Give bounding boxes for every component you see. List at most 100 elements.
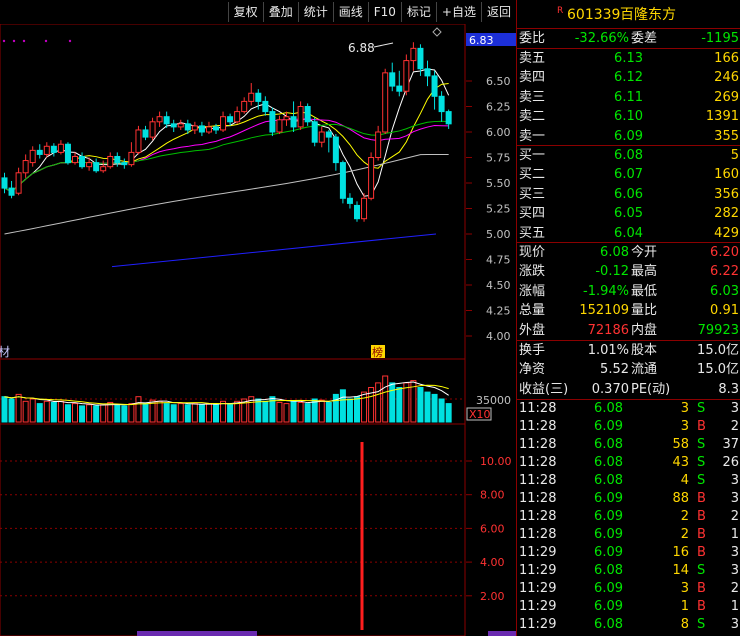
- volume-ma-lines: [4, 381, 449, 406]
- tick-row[interactable]: 11:29 6.09 3 B 2: [517, 580, 740, 598]
- mark-button[interactable]: 标记: [400, 2, 436, 22]
- price-tick-label: 6.25: [486, 101, 511, 114]
- quote-row: 涨幅 -1.94% 最低 6.03: [517, 282, 740, 301]
- kline-chart[interactable]: 6.50 6.25 6.00 5.75 5.50 5.25 5.00 4.75 4.50 4.25…: [0, 24, 516, 636]
- ma5-line: [4, 68, 450, 197]
- tick-side: B: [697, 581, 706, 596]
- tick-price: 6.08: [594, 455, 623, 470]
- tick-price: 6.09: [594, 491, 623, 506]
- fuquan-button[interactable]: 复权: [227, 2, 263, 22]
- tick-price: 6.09: [594, 419, 623, 434]
- quote-label-2: 最低: [631, 283, 658, 299]
- tick-row[interactable]: 11:28 6.09 2 B 1: [517, 526, 740, 544]
- statistics-button[interactable]: 统计: [297, 2, 333, 22]
- signal-dots: [2, 39, 72, 43]
- tick-row[interactable]: 11:29 6.08 8 S 3: [517, 616, 740, 634]
- tick-row[interactable]: 11:29 6.09 16 B 3: [517, 544, 740, 562]
- quote-panel: R 601339 百隆东方 委比 -32.66% 委差 -1195 卖五 6.13…: [516, 0, 740, 636]
- tick-price: 6.08: [594, 401, 623, 416]
- sell-row[interactable]: 卖五 6.13 166: [517, 49, 740, 68]
- candle-down: [213, 126, 219, 131]
- scroll-thumb[interactable]: [488, 631, 516, 636]
- buy-price: 6.05: [614, 206, 643, 222]
- tick-row[interactable]: 11:28 6.08 43 S 26: [517, 454, 740, 472]
- sell-row[interactable]: 卖三 6.11 269: [517, 88, 740, 107]
- diamond-icon[interactable]: [432, 27, 442, 37]
- tick-row[interactable]: 11:29 6.08 14 S 3: [517, 562, 740, 580]
- sell-volume: 246: [714, 70, 739, 86]
- candle-down: [198, 125, 205, 133]
- quote-label-2: 最高: [631, 264, 658, 280]
- tick-row[interactable]: 11:28 6.08 4 S 3: [517, 472, 740, 490]
- volume-bar-up: [100, 404, 107, 423]
- volume-bar-down: [36, 403, 43, 423]
- sell-row[interactable]: 卖二 6.10 1391: [517, 107, 740, 126]
- sell-volume: 166: [714, 51, 739, 66]
- tick-row[interactable]: 11:28 6.09 88 B 3: [517, 490, 740, 508]
- back-button[interactable]: 返回: [480, 2, 516, 22]
- buy-label: 买一: [519, 148, 546, 163]
- buy-label: 买三: [519, 186, 546, 202]
- candle-up: [135, 129, 142, 153]
- stock-title: R 601339 百隆东方: [517, 4, 740, 26]
- quote-label: 涨跌: [519, 264, 546, 280]
- candle-up: [86, 162, 93, 168]
- candle-down: [431, 75, 438, 97]
- volume-tick: 35000: [476, 394, 511, 407]
- buy-row[interactable]: 买三 6.06 356: [517, 185, 740, 204]
- tick-row[interactable]: 11:28 6.08 3 S 3: [517, 400, 740, 418]
- sell-row[interactable]: 卖四 6.12 246: [517, 68, 740, 87]
- weicha-label: 委差: [631, 31, 658, 46]
- candle-down: [50, 145, 57, 153]
- tick-count: 26: [722, 455, 739, 470]
- candle-down: [1, 177, 8, 189]
- f10-button[interactable]: F10: [367, 2, 401, 22]
- sell-volume: 269: [714, 89, 739, 105]
- volume-bar-down: [142, 403, 149, 423]
- ma20-line: [4, 118, 449, 193]
- tick-time: 11:29: [519, 545, 557, 560]
- sell-row[interactable]: 卖一 6.09 355: [517, 127, 740, 146]
- volume-bar-down: [170, 404, 177, 423]
- volume-bar-down: [213, 404, 219, 423]
- sell-volume: 355: [714, 128, 739, 144]
- price-tick-label: 4.75: [486, 254, 511, 267]
- quote-label: 总量: [519, 303, 546, 319]
- volume-bar-down: [8, 398, 15, 423]
- quote-label: 现价: [519, 245, 546, 260]
- scrollbar[interactable]: [137, 631, 257, 636]
- buy-row[interactable]: 买四 6.05 282: [517, 204, 740, 223]
- price-tick-label: 5.25: [486, 203, 511, 216]
- candle-up: [375, 131, 382, 158]
- candle-up: [22, 160, 29, 174]
- volume-bar-up: [375, 382, 382, 423]
- indicator-tick-label: 4.00: [480, 556, 505, 569]
- add-watchlist-button[interactable]: +自选: [435, 2, 481, 22]
- candle-down: [354, 204, 360, 220]
- tick-row[interactable]: 11:28 6.08 58 S 37: [517, 436, 740, 454]
- tick-side: B: [697, 599, 706, 614]
- tick-time: 11:28: [519, 419, 557, 434]
- tick-row[interactable]: 11:28 6.09 3 B 2: [517, 418, 740, 436]
- tick-volume: 58: [672, 437, 689, 452]
- buy-row[interactable]: 买二 6.07 160: [517, 165, 740, 184]
- tick-row[interactable]: 11:28 6.09 2 B 2: [517, 508, 740, 526]
- finance-label: 收益(三): [519, 381, 569, 397]
- tick-row[interactable]: 11:29 6.09 1 B 1: [517, 598, 740, 616]
- buy-label: 买二: [519, 167, 546, 183]
- volume-bar-up: [57, 400, 64, 423]
- tick-side: B: [697, 491, 706, 506]
- buy-row[interactable]: 买五 6.04 429: [517, 224, 740, 243]
- candle-down: [170, 123, 177, 128]
- candle-up: [297, 106, 304, 128]
- tick-count: 37: [722, 437, 739, 452]
- candle-down: [396, 85, 403, 92]
- volume-bar-down: [346, 398, 353, 423]
- overlay-button[interactable]: 叠加: [262, 2, 298, 22]
- draw-line-button[interactable]: 画线: [332, 2, 368, 22]
- price-tick-label: 5.50: [486, 177, 511, 190]
- candle-down: [269, 111, 276, 133]
- buy-row[interactable]: 买一 6.08 5: [517, 146, 740, 165]
- quote-value: -1.94%: [583, 283, 629, 299]
- quote-value: -0.12: [595, 264, 629, 280]
